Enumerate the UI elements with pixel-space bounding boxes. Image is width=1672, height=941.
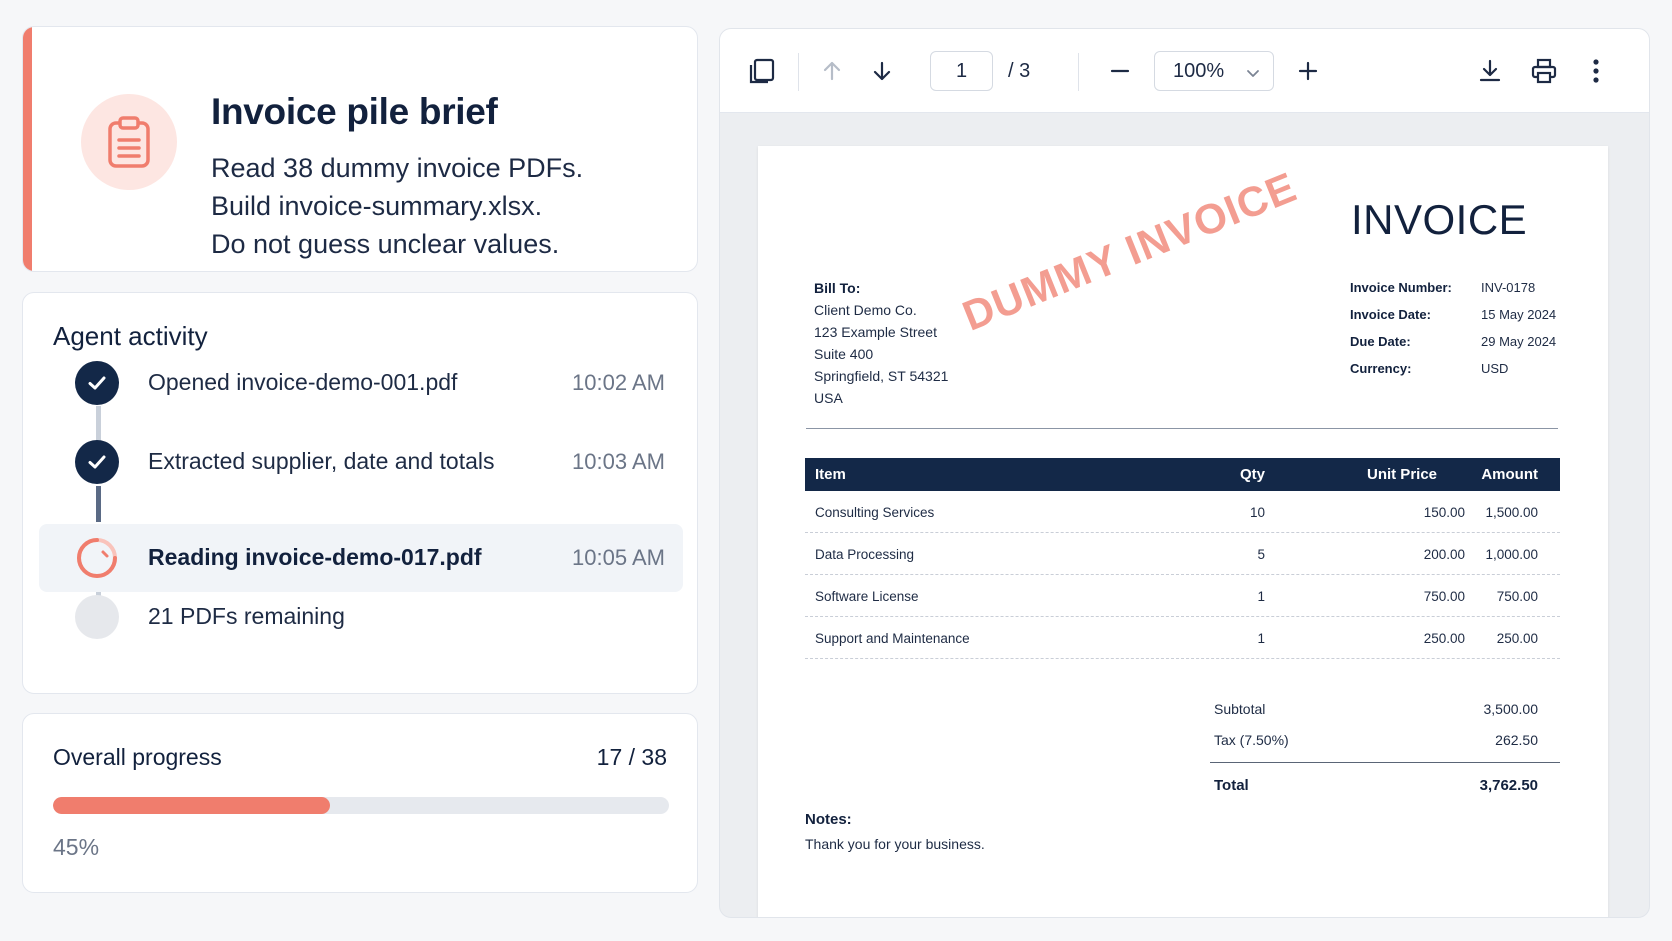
- cell-qty: 5: [1257, 547, 1265, 562]
- progress-count: 17 / 38: [596, 744, 667, 770]
- page-total: / 3: [1008, 60, 1031, 82]
- watermark: DUMMY INVOICE: [956, 162, 1304, 340]
- activity-item: Opened invoice-demo-001.pdf 10:02 AM: [39, 349, 683, 417]
- activity-text: Reading invoice-demo-017.pdf: [148, 544, 482, 570]
- currency-value: USD: [1481, 361, 1509, 376]
- total-label: Total: [1214, 777, 1249, 794]
- sidebar-toggle-icon[interactable]: [744, 53, 780, 89]
- bill-to-line: 123 Example Street: [814, 324, 937, 340]
- cell-qty: 10: [1249, 505, 1265, 520]
- arrow-up-icon[interactable]: [814, 53, 850, 89]
- notes-text: Thank you for your business.: [805, 836, 985, 852]
- bill-to-label: Bill To:: [814, 280, 861, 296]
- invoice-date-label: Invoice Date:: [1350, 307, 1431, 322]
- check-icon: [75, 440, 119, 484]
- table-row: Support and Maintenance 1 250.00 250.00: [805, 617, 1560, 659]
- table-header: Item Qty Unit Price Amount: [805, 458, 1560, 491]
- more-options-icon[interactable]: [1578, 53, 1614, 89]
- total-value: 3,762.50: [1479, 777, 1538, 794]
- subtotal-label: Subtotal: [1214, 701, 1266, 717]
- header-divider: [806, 428, 1558, 429]
- spinner-icon: [75, 536, 119, 580]
- table-row: Consulting Services 10 150.00 1,500.00: [805, 491, 1560, 533]
- due-date-label: Due Date:: [1350, 334, 1411, 349]
- brief-line: Build invoice-summary.xlsx.: [211, 191, 543, 221]
- brief-card: Invoice pile brief Read 38 dummy invoice…: [22, 26, 698, 272]
- cell-amount: 1,500.00: [1485, 505, 1538, 520]
- brief-title: Invoice pile brief: [211, 91, 498, 132]
- activity-item-current: Reading invoice-demo-017.pdf 10:05 AM: [39, 524, 683, 592]
- currency-label: Currency:: [1350, 361, 1412, 376]
- check-icon: [75, 361, 119, 405]
- agent-activity-card: Agent activity Opened invoice-demo-001.p…: [22, 292, 698, 694]
- arrow-down-icon[interactable]: [864, 53, 900, 89]
- print-icon[interactable]: [1526, 53, 1562, 89]
- pdf-page: INVOICE DUMMY INVOICE Bill To: Client De…: [758, 146, 1608, 917]
- tax-value: 262.50: [1495, 732, 1538, 748]
- progress-label: Overall progress: [53, 744, 222, 770]
- totals-divider: [1210, 762, 1560, 763]
- bill-to-line: Suite 400: [814, 346, 874, 362]
- brief-line: Do not guess unclear values.: [211, 229, 560, 259]
- cell-amount: 1,000.00: [1485, 547, 1538, 562]
- overall-progress-card: Overall progress 17 / 38 45%: [22, 713, 698, 893]
- zoom-value: 100%: [1173, 59, 1225, 82]
- bill-to-line: Client Demo Co.: [814, 302, 917, 318]
- progress-track: [53, 797, 669, 814]
- cell-amount: 750.00: [1496, 589, 1538, 604]
- viewer-toolbar: / 3 100%: [720, 29, 1649, 113]
- subtotal-value: 3,500.00: [1483, 701, 1539, 717]
- chevron-down-icon: [1245, 64, 1261, 87]
- cell-item: Software License: [815, 589, 919, 604]
- activity-item: Extracted supplier, date and totals 10:0…: [39, 428, 683, 496]
- tax-label: Tax (7.50%): [1214, 732, 1289, 748]
- table-row: Software License 1 750.00 750.00: [805, 575, 1560, 617]
- cell-qty: 1: [1257, 631, 1265, 646]
- cell-item: Data Processing: [815, 547, 915, 562]
- invoice-date-value: 15 May 2024: [1481, 307, 1557, 322]
- cell-qty: 1: [1257, 589, 1265, 604]
- cell-item: Support and Maintenance: [815, 631, 970, 646]
- notes-label: Notes:: [805, 811, 852, 828]
- download-icon[interactable]: [1472, 53, 1508, 89]
- pdf-viewer: / 3 100% INVOICE DUMMY INVOICE Bill To: …: [719, 28, 1650, 918]
- activity-time: 10:02 AM: [572, 370, 665, 395]
- zoom-in-icon[interactable]: [1290, 53, 1326, 89]
- invoice-number-label: Invoice Number:: [1350, 280, 1452, 295]
- clipboard-icon: [81, 94, 177, 190]
- activity-item: 21 PDFs remaining: [39, 583, 683, 651]
- bill-to-line: Springfield, ST 54321: [814, 368, 949, 384]
- invoice-title: INVOICE: [1351, 196, 1528, 243]
- progress-percent: 45%: [53, 834, 100, 860]
- invoice-number-value: INV-0178: [1481, 280, 1536, 295]
- progress-fill: [53, 797, 331, 814]
- activity-text: Extracted supplier, date and totals: [148, 448, 495, 474]
- cell-item: Consulting Services: [815, 505, 935, 520]
- brief-accent-bar: [23, 27, 32, 271]
- activity-heading: Agent activity: [53, 321, 208, 351]
- toolbar-divider: [1078, 53, 1079, 91]
- col-item: Item: [815, 466, 846, 483]
- bill-to-line: USA: [814, 390, 843, 406]
- zoom-out-icon[interactable]: [1102, 53, 1138, 89]
- toolbar-divider: [798, 53, 799, 91]
- cell-amount: 250.00: [1496, 631, 1538, 646]
- page-number-input[interactable]: [930, 51, 993, 91]
- col-amount: Amount: [1481, 466, 1538, 483]
- due-date-value: 29 May 2024: [1481, 334, 1557, 349]
- activity-text: 21 PDFs remaining: [148, 603, 345, 629]
- col-qty: Qty: [1239, 466, 1265, 483]
- activity-time: 10:03 AM: [572, 449, 665, 474]
- activity-text: Opened invoice-demo-001.pdf: [148, 369, 458, 395]
- table-row: Data Processing 5 200.00 1,000.00: [805, 533, 1560, 575]
- pending-dot-icon: [75, 595, 119, 639]
- brief-line: Read 38 dummy invoice PDFs.: [211, 153, 584, 183]
- activity-time: 10:05 AM: [572, 545, 665, 570]
- zoom-select[interactable]: 100%: [1154, 51, 1274, 91]
